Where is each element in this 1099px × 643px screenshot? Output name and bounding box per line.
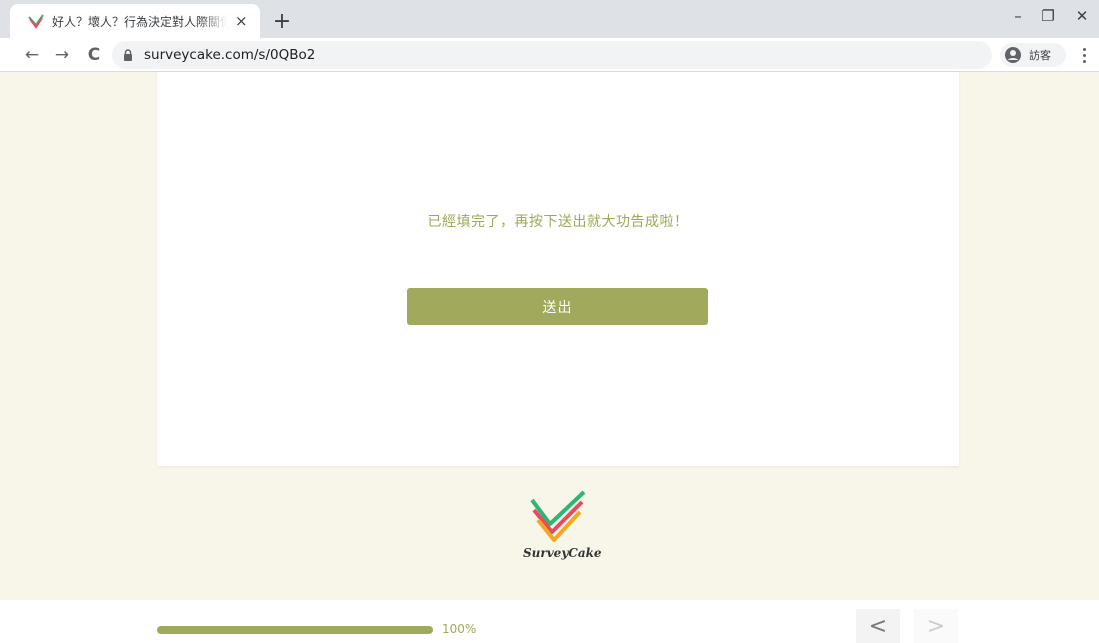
logo-text: SurveyCake	[523, 546, 602, 560]
reload-button[interactable]: C	[82, 43, 106, 67]
survey-card: 已經填完了，再按下送出就大功告成啦！ 送出	[157, 72, 959, 466]
browser-tab[interactable]: 好人？壞人？行為決定對人際關係 ×	[10, 4, 260, 38]
profile-label: 訪客	[1029, 49, 1051, 62]
progress-label: 100%	[442, 622, 477, 636]
completion-message: 已經填完了，再按下送出就大功告成啦！	[427, 214, 689, 230]
next-page-button[interactable]: >	[914, 609, 958, 643]
progress-fill	[157, 626, 433, 634]
account-circle-icon	[1005, 47, 1021, 63]
bottom-bar: 100% < >	[0, 600, 1099, 643]
profile-button[interactable]: 訪客	[1000, 43, 1066, 67]
new-tab-button[interactable]: +	[268, 7, 296, 35]
address-bar[interactable]: surveycake.com/s/0QBo2	[112, 41, 992, 69]
progress-bar	[157, 626, 433, 634]
tab-title: 好人？壞人？行為決定對人際關係	[52, 14, 227, 29]
lock-icon	[124, 49, 132, 61]
close-window-button[interactable]: ✕	[1062, 0, 1099, 32]
browser-toolbar: ← → C surveycake.com/s/0QBo2 訪客	[0, 38, 1099, 72]
tab-strip: 好人？壞人？行為決定對人際關係 × + – ❐ ✕	[0, 0, 1099, 38]
back-button[interactable]: ←	[20, 43, 44, 67]
surveycake-favicon-icon	[28, 14, 44, 29]
submit-button[interactable]: 送出	[407, 288, 708, 325]
tab-close-icon[interactable]: ×	[233, 12, 250, 30]
surveycake-logo: SurveyCake	[523, 488, 602, 570]
forward-button[interactable]: →	[50, 43, 74, 67]
surveycake-logo-icon	[530, 490, 586, 542]
more-vert-icon[interactable]	[1076, 43, 1092, 67]
previous-page-button[interactable]: <	[856, 609, 900, 643]
url-text: surveycake.com/s/0QBo2	[144, 47, 316, 63]
